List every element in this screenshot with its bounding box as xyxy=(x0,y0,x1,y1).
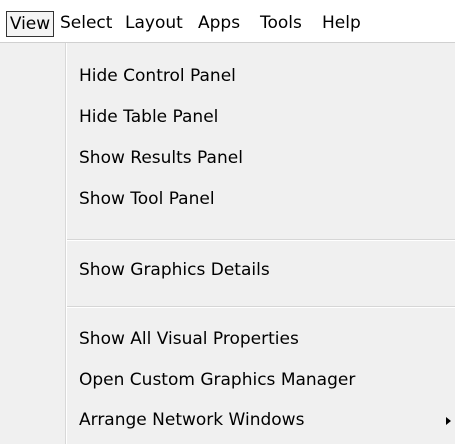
menu-item-hide-control-panel[interactable]: Hide Control Panel xyxy=(0,60,455,93)
menu-select[interactable]: Select xyxy=(60,10,112,36)
menu-item-label: Show Tool Panel xyxy=(79,189,215,209)
menu-item-label: Show Graphics Details xyxy=(79,260,270,280)
submenu-arrow-icon xyxy=(446,417,451,425)
menu-item-show-all-visual-properties[interactable]: Show All Visual Properties xyxy=(0,323,455,356)
menu-help[interactable]: Help xyxy=(322,10,361,36)
menu-item-label: Show All Visual Properties xyxy=(79,329,299,349)
menu-view[interactable]: View xyxy=(6,11,54,37)
menu-item-arrange-network-windows[interactable]: Arrange Network Windows xyxy=(0,404,455,437)
menu-item-open-custom-graphics-manager[interactable]: Open Custom Graphics Manager xyxy=(0,364,455,397)
menu-item-show-results-panel[interactable]: Show Results Panel xyxy=(0,142,455,175)
menu-item-label: Show Results Panel xyxy=(79,148,243,168)
menu-tools[interactable]: Tools xyxy=(260,10,302,36)
menu-item-label: Arrange Network Windows xyxy=(79,410,305,430)
menu-item-label: Hide Control Panel xyxy=(79,66,236,86)
menu-layout[interactable]: Layout xyxy=(125,10,183,36)
menu-item-hide-table-panel[interactable]: Hide Table Panel xyxy=(0,101,455,134)
menu-item-show-tool-panel[interactable]: Show Tool Panel xyxy=(0,183,455,216)
menu-separator xyxy=(67,239,455,241)
menu-item-show-graphics-details[interactable]: Show Graphics Details xyxy=(0,254,455,287)
menu-separator xyxy=(67,306,455,308)
menu-item-label: Open Custom Graphics Manager xyxy=(79,370,356,390)
menubar: View Select Layout Apps Tools Help xyxy=(0,0,455,44)
menu-apps[interactable]: Apps xyxy=(198,10,240,36)
view-dropdown-menu: Hide Control Panel Hide Table Panel Show… xyxy=(0,42,455,444)
menu-item-label: Hide Table Panel xyxy=(79,107,219,127)
